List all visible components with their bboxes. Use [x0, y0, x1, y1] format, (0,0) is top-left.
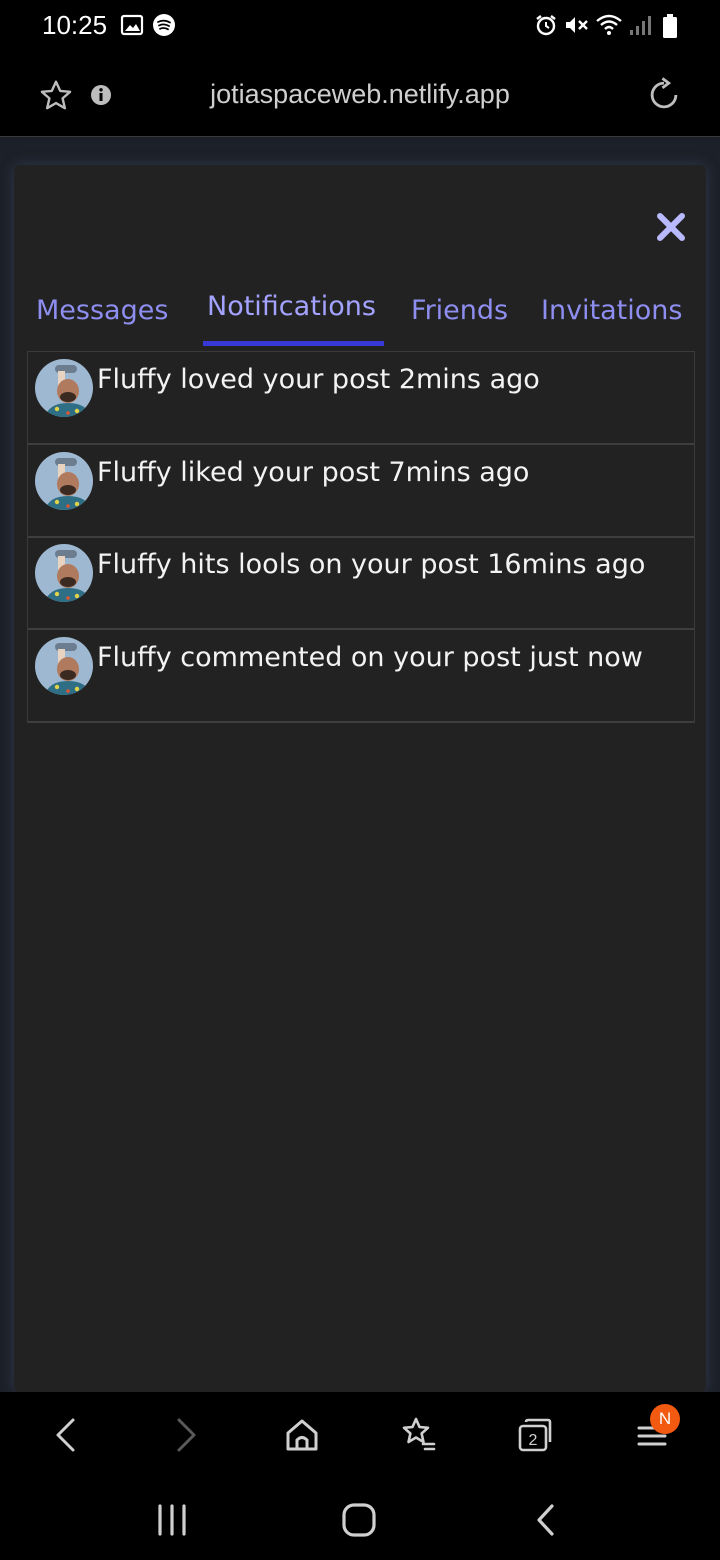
alarm-icon — [536, 15, 556, 36]
wifi-icon — [596, 14, 622, 35]
notification-item[interactable]: Fluffy loved your post 2mins ago — [28, 352, 694, 445]
close-icon[interactable] — [654, 210, 688, 244]
notification-text: Fluffy hits lools on your post 16mins ag… — [97, 549, 646, 580]
back-icon[interactable] — [42, 1410, 92, 1460]
notification-list: Fluffy loved your post 2mins ago Fluffy … — [27, 351, 695, 723]
active-tab-indicator — [203, 341, 384, 346]
home-button-icon[interactable] — [337, 1498, 381, 1542]
url-text[interactable]: jotiaspaceweb.netlify.app — [0, 79, 720, 110]
notification-text: Fluffy commented on your post just now — [97, 642, 643, 673]
notification-item[interactable]: Fluffy hits lools on your post 16mins ag… — [28, 537, 694, 630]
recents-icon[interactable] — [150, 1498, 194, 1542]
system-nav-bar — [0, 1476, 720, 1560]
notification-text: Fluffy liked your post 7mins ago — [97, 457, 530, 488]
reload-icon[interactable] — [645, 76, 683, 114]
spotify-icon — [153, 14, 175, 36]
avatar — [35, 452, 93, 510]
battery-icon — [663, 14, 677, 38]
menu-badge: N — [650, 1404, 680, 1434]
tab-invitations[interactable]: Invitations — [541, 295, 682, 326]
browser-url-bar: jotiaspaceweb.netlify.app — [0, 52, 720, 137]
tab-messages[interactable]: Messages — [36, 295, 168, 326]
signal-icon — [630, 16, 651, 35]
status-bar: 10:25 — [0, 0, 720, 52]
tabs-icon[interactable]: 2 — [510, 1410, 560, 1460]
notifications-modal: Messages Notifications Friends Invitatio… — [14, 165, 706, 1392]
image-icon — [120, 14, 144, 36]
avatar — [35, 359, 93, 417]
bookmarks-icon[interactable] — [394, 1410, 444, 1460]
tab-notifications[interactable]: Notifications — [207, 291, 376, 322]
tab-friends[interactable]: Friends — [411, 295, 508, 326]
forward-icon[interactable] — [160, 1410, 210, 1460]
browser-bottom-nav: 2 — [0, 1392, 720, 1476]
home-icon[interactable] — [277, 1410, 327, 1460]
mute-icon — [566, 17, 588, 33]
back-button-icon[interactable] — [524, 1498, 568, 1542]
tab-count: 2 — [529, 1432, 538, 1449]
notification-item[interactable]: Fluffy commented on your post just now — [28, 630, 694, 723]
avatar — [35, 544, 93, 602]
avatar — [35, 637, 93, 695]
notification-text: Fluffy loved your post 2mins ago — [97, 364, 540, 395]
notification-item[interactable]: Fluffy liked your post 7mins ago — [28, 445, 694, 538]
status-time: 10:25 — [42, 10, 108, 40]
tab-bar: Messages Notifications Friends Invitatio… — [14, 291, 706, 347]
